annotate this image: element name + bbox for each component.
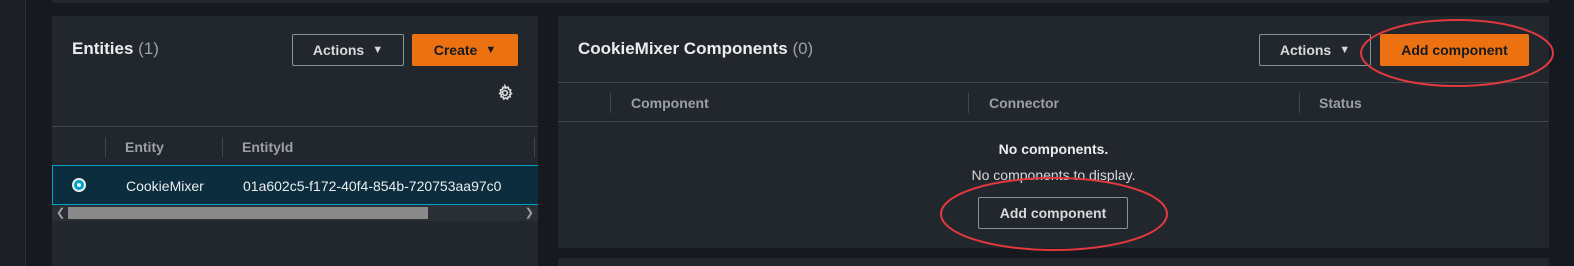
entities-title-text: Entities xyxy=(72,39,134,58)
scrollbar-thumb[interactable] xyxy=(68,207,428,219)
row-radio-button[interactable] xyxy=(72,178,86,192)
components-title: CookieMixer Components (0) xyxy=(578,39,813,59)
radio-dot xyxy=(77,183,81,187)
create-button[interactable]: Create ▼ xyxy=(412,34,518,66)
components-count: (0) xyxy=(792,39,814,58)
column-header-entityid[interactable]: EntityId xyxy=(242,139,293,155)
column-header-entity[interactable]: Entity xyxy=(125,139,164,155)
column-header-component[interactable]: Component xyxy=(631,95,709,111)
entities-count: (1) xyxy=(138,39,159,58)
column-header-connector[interactable]: Connector xyxy=(989,95,1059,111)
add-component-label: Add component xyxy=(1401,42,1508,58)
entity-id-cell: 01a602c5-f172-40f4-854b-720753aa97c0 xyxy=(243,178,502,194)
page: Entities (1) Actions ▼ Create ▼ Entity E… xyxy=(0,0,1574,266)
entities-actions-button[interactable]: Actions ▼ xyxy=(292,34,404,66)
caret-down-icon: ▼ xyxy=(485,44,497,56)
next-panel-edge xyxy=(558,258,1549,266)
caret-down-icon: ▼ xyxy=(372,44,384,56)
empty-state-description: No components to display. xyxy=(971,167,1136,183)
chevron-left-icon[interactable]: ❮ xyxy=(56,206,65,219)
column-divider xyxy=(968,93,969,113)
entity-name-cell: CookieMixer xyxy=(126,178,204,194)
column-header-status[interactable]: Status xyxy=(1319,95,1362,111)
column-divider xyxy=(1299,93,1300,113)
entities-actions-label: Actions xyxy=(312,42,365,58)
column-divider xyxy=(105,137,106,157)
components-actions-button[interactable]: Actions ▼ xyxy=(1259,34,1371,66)
top-panel-edge xyxy=(52,0,1549,3)
column-divider xyxy=(610,93,611,113)
components-actions-label: Actions xyxy=(1279,42,1332,58)
empty-add-component-button[interactable]: Add component xyxy=(978,197,1128,229)
empty-add-component-label: Add component xyxy=(999,205,1107,221)
add-component-button[interactable]: Add component xyxy=(1380,34,1529,66)
chevron-right-icon[interactable]: ❯ xyxy=(525,206,534,219)
components-title-text: CookieMixer Components xyxy=(578,39,788,58)
create-label: Create xyxy=(433,42,478,58)
column-divider xyxy=(534,137,535,157)
entities-title: Entities (1) xyxy=(72,39,159,59)
empty-state-title: No components. xyxy=(998,141,1109,157)
column-divider xyxy=(222,137,223,157)
table-row[interactable]: CookieMixer 01a602c5-f172-40f4-854b-7207… xyxy=(52,165,538,205)
gear-icon[interactable] xyxy=(496,84,514,102)
side-navigation-strip xyxy=(0,0,26,266)
caret-down-icon: ▼ xyxy=(1339,44,1351,56)
entities-table-header: Entity EntityId xyxy=(52,126,538,166)
components-table-header: Component Connector Status xyxy=(558,82,1549,122)
horizontal-scrollbar[interactable]: ❮ ❯ xyxy=(52,205,538,221)
